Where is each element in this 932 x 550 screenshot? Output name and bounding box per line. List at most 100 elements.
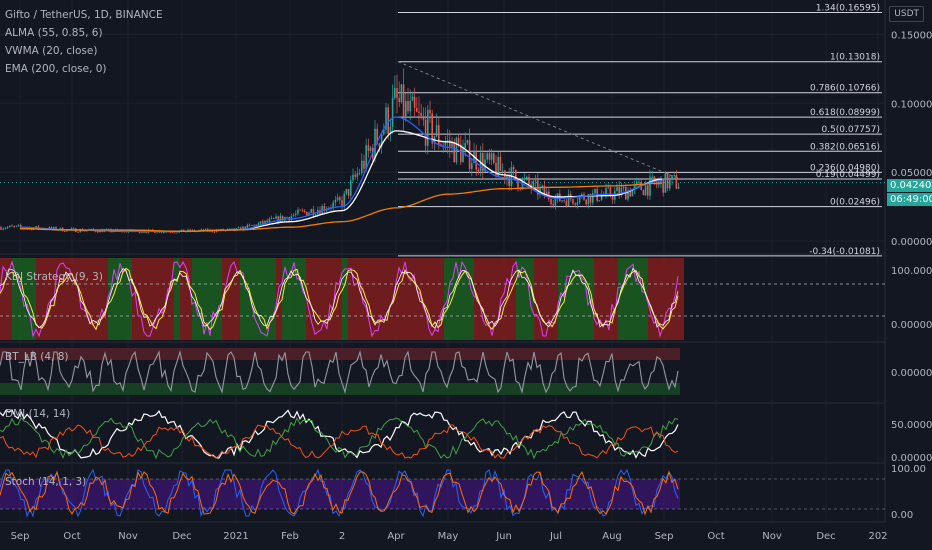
candle-body: [677, 186, 680, 189]
time-axis-label: Jun: [495, 531, 512, 542]
candle-body: [15, 225, 18, 227]
candle-body: [251, 225, 253, 226]
pane-title-btlb[interactable]: BT_LB (4, 8): [5, 351, 69, 363]
candle-body: [526, 176, 528, 179]
candle-body: [350, 180, 352, 196]
indicator-ema-label[interactable]: EMA (200, close, 0): [5, 63, 107, 75]
candle-body: [367, 145, 370, 151]
candle-body: [499, 156, 502, 171]
candle-body: [444, 142, 447, 146]
candle-body: [231, 228, 233, 230]
candle-body: [11, 225, 13, 227]
time-axis-label: Dec: [172, 531, 191, 542]
candle-body: [163, 232, 165, 234]
candle-body: [77, 231, 79, 233]
candle-body: [466, 140, 469, 144]
candle-body: [574, 203, 576, 205]
candle-body: [607, 187, 609, 189]
candle-body: [336, 197, 339, 201]
candle-body: [176, 232, 178, 234]
stoch-axis-tick: 100.00: [891, 464, 926, 475]
candle-body: [572, 199, 574, 204]
kdj-regime-bar: [144, 258, 150, 340]
countdown-tag: 06:49:00: [887, 193, 932, 206]
trading-chart[interactable]: 0.15000 0.10000 0.05000 0.00000 1.34(0.16595…: [0, 0, 932, 550]
candle-body: [174, 232, 176, 234]
pane-title-stoch[interactable]: Stoch (14, 1, 3): [5, 476, 86, 488]
currency-unit-button[interactable]: USDT: [889, 6, 924, 22]
candle-body: [523, 178, 526, 180]
kdj-regime-bar: [240, 258, 246, 340]
candle-body: [611, 196, 614, 200]
candle-body: [356, 173, 359, 177]
candle-body: [427, 109, 429, 146]
candle-body: [358, 172, 361, 174]
btlb-lower-band: [0, 383, 680, 395]
candle-body: [299, 209, 301, 211]
candle-body: [248, 224, 251, 226]
candle-body: [598, 200, 601, 201]
candle-body: [638, 181, 640, 183]
candle-body: [394, 88, 396, 98]
candle-body: [457, 137, 460, 145]
candle-body: [237, 227, 240, 229]
kdj-regime-bar: [156, 258, 162, 340]
candle-body: [418, 111, 420, 113]
kdj-regime-bar: [636, 258, 642, 340]
time-axis-label: Oct: [707, 531, 724, 542]
candle-body: [405, 100, 407, 119]
time-axis-label: Oct: [63, 531, 80, 542]
pane-title-kdj[interactable]: KDJ Strategy (9, 3): [5, 271, 103, 283]
kdj-axis-tick: 100.00000: [891, 266, 932, 277]
candle-body: [462, 148, 464, 163]
candle-body: [550, 199, 552, 205]
candle-body: [334, 200, 337, 203]
kdj-regime-bar: [354, 258, 360, 340]
fib-level-label: -0.34(-0.01081): [809, 247, 880, 257]
kdj-regime-bar: [468, 258, 474, 340]
candle-body: [259, 221, 262, 224]
kdj-regime-bar: [408, 258, 414, 340]
candle-body: [413, 96, 416, 108]
price-axis-tick: 0.00000: [891, 237, 932, 248]
time-axis-label: Apr: [387, 531, 405, 542]
candle-body: [669, 179, 671, 189]
kdj-regime-bar: [666, 258, 672, 340]
candle-body: [429, 109, 431, 114]
candle-body: [464, 143, 466, 149]
price-axis-tick: 0.10000: [891, 99, 932, 110]
candle-body: [512, 167, 515, 170]
kdj-regime-bar: [180, 258, 186, 340]
candle-body: [361, 160, 363, 173]
candle-body: [286, 217, 288, 218]
dmi-axis-tick: 0.00000: [891, 453, 932, 464]
candle-body: [369, 147, 372, 151]
stoch-axis-tick: 0.00: [891, 510, 913, 521]
time-axis-label: Jul: [549, 531, 562, 542]
candle-body: [422, 115, 425, 120]
kdj-regime-bar: [552, 258, 558, 340]
indicator-alma-label[interactable]: ALMA (55, 0.85, 6): [5, 27, 103, 39]
candle-body: [407, 100, 409, 112]
candle-body: [642, 190, 645, 196]
candle-body: [396, 88, 398, 99]
candle-body: [416, 107, 418, 112]
fib-level-label: 0.618(0.08999): [810, 108, 880, 118]
candle-body: [374, 128, 376, 159]
candle-body: [277, 216, 279, 223]
last-price-tag: 0.04240: [887, 179, 932, 192]
indicator-vwma-label[interactable]: VWMA (20, close): [5, 45, 97, 57]
candle-body: [409, 100, 411, 112]
candle-body: [13, 226, 15, 228]
kdj-regime-bar: [132, 258, 138, 340]
candle-body: [508, 175, 510, 186]
candle-body: [561, 200, 563, 202]
pane-title-dmi[interactable]: DMI (14, 14): [5, 408, 70, 420]
candle-body: [301, 210, 304, 212]
candle-body: [17, 225, 20, 226]
candle-body: [275, 216, 277, 219]
candle-body: [554, 198, 557, 206]
time-axis-label: Dec: [816, 531, 835, 542]
candle-body: [664, 172, 667, 193]
candle-body: [378, 143, 381, 147]
